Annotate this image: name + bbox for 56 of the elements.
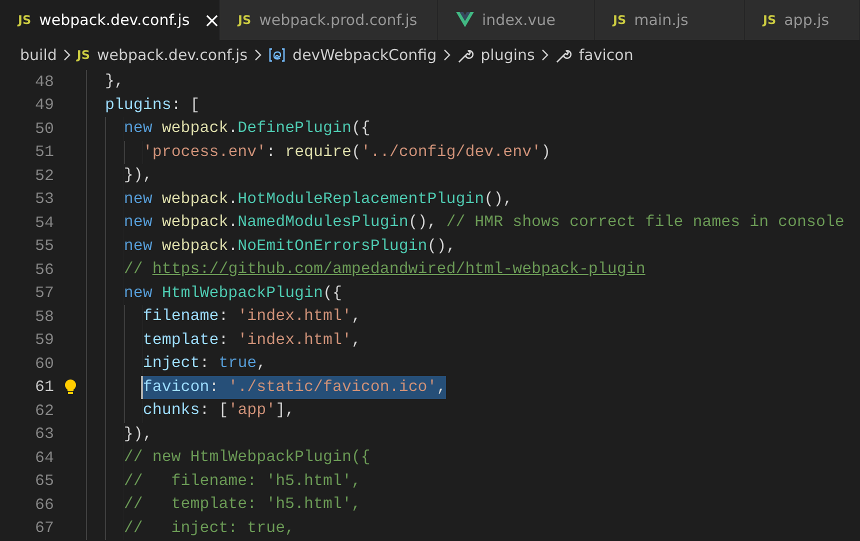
editor-tab[interactable]: JS app.js: [745, 0, 860, 40]
chevron-icon: [540, 49, 549, 61]
chevron-icon: [442, 49, 451, 61]
line-number: 62: [34, 402, 54, 420]
code-line: // filename: 'h5.html',: [124, 470, 361, 492]
code-line: inject: true,: [142, 353, 266, 374]
line-number: 52: [34, 166, 54, 185]
line-number: 61: [34, 378, 54, 396]
lightbulb-icon[interactable]: [64, 379, 76, 396]
line-number: 65: [34, 472, 54, 490]
code-line: }),: [124, 165, 152, 186]
code-line: new HtmlWebpackPlugin({: [124, 282, 342, 304]
code-line: template: 'index.html',: [142, 330, 361, 350]
code-line: 'process.env': require('../config/dev.env'): [142, 142, 551, 162]
code-line: new webpack.HotModuleReplacementPlugin(),: [124, 188, 513, 210]
code-line: },: [104, 71, 124, 92]
chevron-icon: [62, 49, 71, 61]
editor-tab[interactable]: index.vue: [438, 0, 595, 40]
editor-tab[interactable]: JS webpack.prod.conf.js: [220, 0, 438, 40]
line-number: 49: [34, 96, 54, 114]
line-number: 64: [34, 448, 54, 467]
code-line: // new HtmlWebpackPlugin({: [124, 447, 370, 468]
code-line: chunks: ['app'],: [142, 400, 295, 421]
line-number: 60: [34, 354, 54, 373]
breadcrumb-item[interactable]: JS webpack.dev.conf.js: [76, 46, 248, 64]
line-number: 53: [34, 190, 54, 208]
line-number: 51: [34, 143, 54, 162]
code-line: filename: 'index.html',: [142, 306, 361, 327]
line-number: 63: [34, 425, 54, 444]
line-number: 50: [34, 120, 54, 138]
breadcrumb-item[interactable]: build: [20, 46, 57, 64]
code-line: }),: [124, 424, 152, 444]
line-number: 57: [34, 284, 54, 302]
vue-logo-icon: [456, 12, 474, 28]
line-number: 55: [34, 237, 54, 256]
code-line: plugins: [: [104, 94, 200, 116]
editor-tab[interactable]: JS webpack.dev.conf.js ×: [0, 0, 220, 40]
code-line: // template: 'h5.html',: [124, 494, 361, 515]
code-line: new webpack.DefinePlugin({: [124, 118, 370, 139]
breadcrumb-item[interactable]: devWebpackConfig: [268, 46, 437, 64]
brackets-icon: [268, 47, 286, 63]
code-line: new webpack.NoEmitOnErrorsPlugin(),: [124, 236, 456, 256]
code-line: // https://github.com/ampedandwired/html-webpack-plugin: [124, 259, 646, 280]
line-number: 48: [34, 72, 54, 91]
line-number: 58: [34, 308, 54, 326]
line-number: 54: [34, 214, 54, 232]
breadcrumb-item[interactable]: plugins: [456, 46, 535, 64]
line-number: 56: [34, 260, 54, 279]
chevron-icon: [254, 49, 262, 61]
line-number: 66: [34, 496, 54, 514]
code-line: // inject: true,: [124, 518, 295, 538]
breadcrumb-item[interactable]: favicon: [554, 46, 634, 64]
line-number: 59: [34, 331, 54, 350]
line-number: 67: [34, 519, 54, 538]
editor-tab[interactable]: JS main.js: [595, 0, 745, 40]
code-line: new webpack.NamedModulesPlugin(), // HMR shows correct file names in console: [124, 212, 844, 233]
